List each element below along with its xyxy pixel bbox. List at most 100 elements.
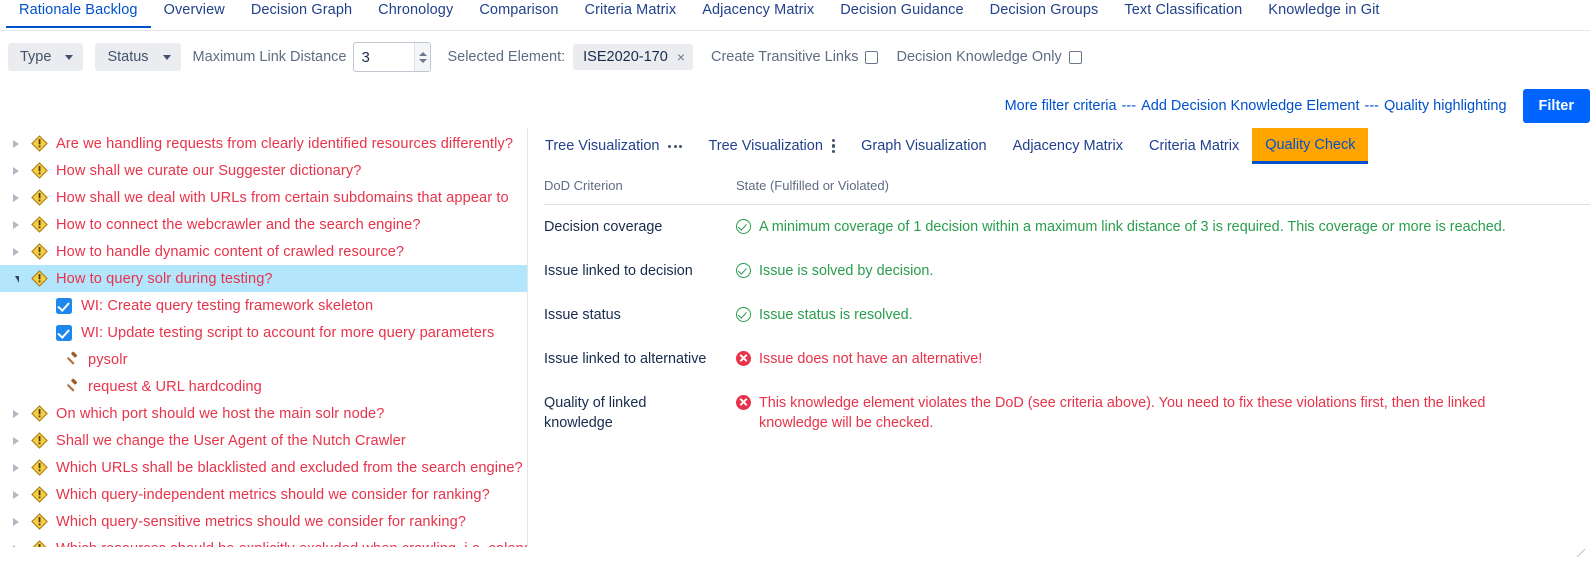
issue-icon-wrapper bbox=[30, 216, 48, 234]
criterion-state-text: A minimum coverage of 1 decision within … bbox=[759, 219, 1506, 235]
stepper-buttons[interactable] bbox=[414, 43, 431, 71]
tree-row[interactable]: request & URL hardcoding bbox=[0, 373, 527, 400]
decision-knowledge-only-checkbox[interactable] bbox=[1068, 50, 1082, 64]
twisty-collapsed-icon[interactable] bbox=[8, 184, 24, 211]
dots-vertical-icon[interactable] bbox=[831, 138, 836, 154]
nav-tab-adjacency-matrix[interactable]: Adjacency Matrix bbox=[689, 0, 827, 26]
status-dropdown-label: Status bbox=[107, 49, 149, 65]
detail-tab-label: Criteria Matrix bbox=[1148, 138, 1240, 154]
nav-tab-text-classification[interactable]: Text Classification bbox=[1111, 0, 1255, 26]
nav-tab-knowledge-in-git[interactable]: Knowledge in Git bbox=[1255, 0, 1392, 26]
tree-row[interactable]: How shall we deal with URLs from certain… bbox=[0, 184, 527, 211]
chevron-up-icon[interactable] bbox=[418, 51, 427, 56]
filter-toolbar: Type Status Maximum Link Distance Select… bbox=[0, 31, 1590, 83]
tree-row[interactable]: On which port should we host the main so… bbox=[0, 400, 527, 427]
nav-tab-criteria-matrix[interactable]: Criteria Matrix bbox=[572, 0, 690, 26]
twisty-collapsed-icon[interactable] bbox=[8, 238, 24, 265]
criterion-name: Issue linked to alternative bbox=[544, 350, 707, 367]
triangle-right-icon bbox=[13, 247, 19, 256]
tree-row[interactable]: Which query-sensitive metrics should we … bbox=[0, 508, 527, 535]
tree-row-label: request & URL hardcoding bbox=[88, 378, 262, 395]
checkbox-checked-icon[interactable] bbox=[56, 297, 72, 314]
detail-tab-criteria-matrix[interactable]: Criteria Matrix bbox=[1136, 128, 1252, 164]
tree-row[interactable]: How to query solr during testing? bbox=[0, 265, 527, 292]
twisty-collapsed-icon[interactable] bbox=[8, 535, 24, 547]
chevron-down-icon bbox=[162, 54, 171, 60]
add-decision-knowledge-element-link[interactable]: Add Decision Knowledge Element bbox=[1141, 98, 1359, 114]
tree-row[interactable]: How to handle dynamic content of crawled… bbox=[0, 238, 527, 265]
tree-row[interactable]: How to connect the webcrawler and the se… bbox=[0, 211, 527, 238]
tree-row[interactable]: Which URLs shall be blacklisted and excl… bbox=[0, 454, 527, 481]
nav-tab-overview[interactable]: Overview bbox=[151, 0, 238, 26]
close-icon[interactable]: × bbox=[677, 49, 685, 65]
nav-tab-decision-graph[interactable]: Decision Graph bbox=[238, 0, 365, 26]
max-link-distance-input[interactable] bbox=[354, 43, 415, 71]
gavel-icon-wrapper bbox=[62, 378, 80, 396]
twisty-expanded-icon[interactable] bbox=[8, 265, 24, 292]
issue-icon-wrapper bbox=[30, 270, 48, 288]
tree-row-label: Which URLs shall be blacklisted and excl… bbox=[56, 459, 523, 476]
issue-icon-wrapper bbox=[30, 162, 48, 180]
twisty-collapsed-icon[interactable] bbox=[8, 130, 24, 157]
tree-row[interactable]: Which query-independent metrics should w… bbox=[0, 481, 527, 508]
criterion-state: This knowledge element violates the DoD … bbox=[736, 393, 1590, 435]
selected-element-chip[interactable]: ISE2020-170 × bbox=[573, 44, 693, 70]
chevron-down-icon[interactable] bbox=[418, 58, 427, 63]
check-circle-icon bbox=[736, 262, 751, 278]
nav-tab-rationale-backlog[interactable]: Rationale Backlog bbox=[6, 0, 151, 28]
tree-row[interactable]: Which resources should be explicitly exc… bbox=[0, 535, 527, 547]
triangle-down-icon bbox=[14, 276, 19, 283]
gavel-icon-wrapper bbox=[62, 351, 80, 369]
quality-check-row: Issue status Issue status is resolved. bbox=[544, 293, 1590, 337]
twisty-collapsed-icon[interactable] bbox=[8, 211, 24, 238]
tree-row[interactable]: How shall we curate our Suggester dictio… bbox=[0, 157, 527, 184]
tree-row-label: Which query-sensitive metrics should we … bbox=[56, 513, 467, 530]
detail-tab-tree-visualization[interactable]: Tree Visualization bbox=[532, 128, 695, 164]
detail-panel: Tree Visualization Tree Visualization Grap… bbox=[527, 128, 1590, 558]
twisty-collapsed-icon[interactable] bbox=[8, 481, 24, 508]
error-circle-icon bbox=[736, 394, 751, 410]
max-link-distance-label: Maximum Link Distance bbox=[192, 49, 347, 65]
twisty-collapsed-icon[interactable] bbox=[8, 508, 24, 535]
nav-tab-decision-groups[interactable]: Decision Groups bbox=[977, 0, 1112, 26]
detail-tab-quality-check[interactable]: Quality Check bbox=[1252, 128, 1369, 164]
tree-row-label: Are we handling requests from clearly id… bbox=[56, 135, 514, 152]
criterion-state-text: Issue does not have an alternative! bbox=[759, 350, 983, 367]
tree-row[interactable]: Are we handling requests from clearly id… bbox=[0, 130, 527, 157]
checkbox-checked-icon[interactable] bbox=[56, 324, 72, 341]
more-filter-criteria-link[interactable]: More filter criteria bbox=[1005, 98, 1117, 114]
detail-tab-label: Adjacency Matrix bbox=[1012, 138, 1123, 154]
status-dropdown[interactable]: Status bbox=[95, 43, 181, 71]
criterion-name: Decision coverage bbox=[544, 219, 663, 235]
nav-tab-chronology[interactable]: Chronology bbox=[365, 0, 466, 26]
create-transitive-links-checkbox[interactable] bbox=[865, 50, 879, 64]
twisty-collapsed-icon[interactable] bbox=[8, 400, 24, 427]
max-link-distance-stepper[interactable] bbox=[353, 42, 432, 72]
triangle-right-icon bbox=[13, 517, 19, 526]
detail-tab-tree-visualization[interactable]: Tree Visualization bbox=[695, 128, 848, 164]
twisty-collapsed-icon[interactable] bbox=[8, 454, 24, 481]
quality-highlighting-link[interactable]: Quality highlighting bbox=[1384, 98, 1507, 114]
link-separator: --- bbox=[1121, 97, 1137, 114]
issue-icon bbox=[30, 432, 48, 449]
triangle-right-icon bbox=[13, 409, 19, 418]
tree-row[interactable]: Shall we change the User Agent of the Nu… bbox=[0, 427, 527, 454]
error-circle-icon bbox=[736, 350, 751, 366]
twisty-collapsed-icon[interactable] bbox=[8, 157, 24, 184]
link-separator: --- bbox=[1364, 97, 1380, 114]
nav-tab-decision-guidance[interactable]: Decision Guidance bbox=[827, 0, 976, 26]
detail-tab-graph-visualization[interactable]: Graph Visualization bbox=[848, 128, 999, 164]
nav-tab-comparison[interactable]: Comparison bbox=[466, 0, 571, 26]
column-header-state: State (Fulfilled or Violated) bbox=[736, 178, 889, 193]
dots-horizontal-icon[interactable] bbox=[668, 144, 683, 148]
tree-row[interactable]: pysolr bbox=[0, 346, 527, 373]
detail-tab-adjacency-matrix[interactable]: Adjacency Matrix bbox=[1000, 128, 1136, 164]
filter-button[interactable]: Filter bbox=[1522, 88, 1590, 123]
tree-row-label: How to query solr during testing? bbox=[56, 270, 273, 287]
chevron-down-icon bbox=[65, 54, 74, 60]
tree-row[interactable]: WI: Update testing script to account for… bbox=[0, 319, 527, 346]
twisty-collapsed-icon[interactable] bbox=[8, 427, 24, 454]
tree-row[interactable]: WI: Create query testing framework skele… bbox=[0, 292, 527, 319]
tree-row-label: pysolr bbox=[88, 351, 128, 368]
type-dropdown[interactable]: Type bbox=[8, 43, 84, 71]
